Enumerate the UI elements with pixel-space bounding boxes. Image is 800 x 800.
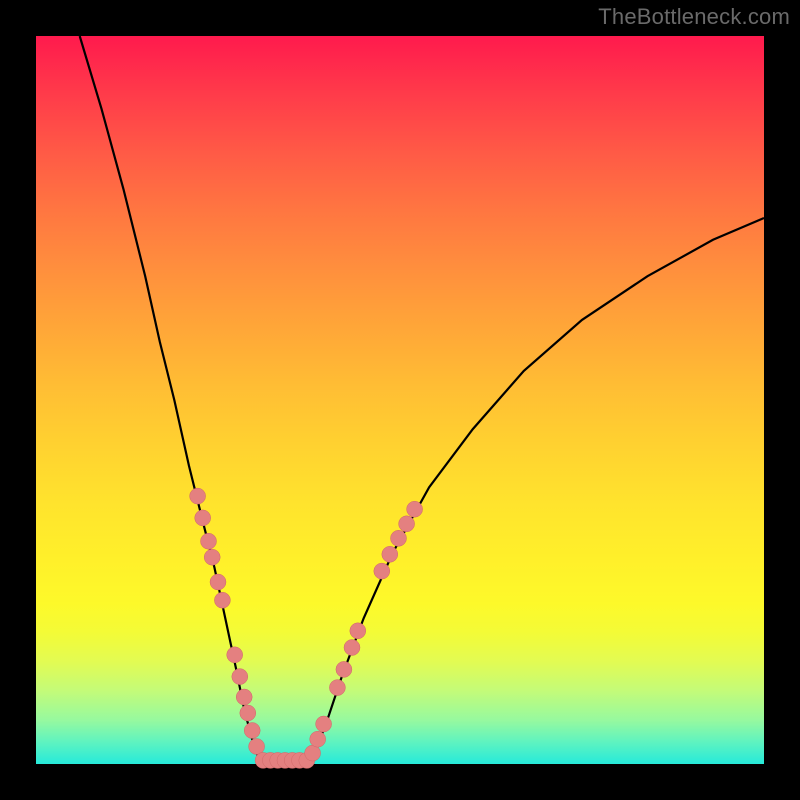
beads-right-mid-dot (329, 680, 345, 696)
beads-left-upper-dot (214, 592, 230, 608)
beads-right-upper-dot (374, 563, 390, 579)
beads-left-upper-dot (201, 533, 217, 549)
beads-left-lower-dot (249, 739, 265, 755)
beads-left-upper-dot (195, 510, 211, 526)
beads-left-lower-dot (236, 689, 252, 705)
beads-right-upper-dot (399, 516, 415, 532)
beads-right-mid-dot (344, 640, 360, 656)
beads-right-upper-dot (391, 530, 407, 546)
beads-right-upper-dot (407, 501, 423, 517)
beads-left-lower-dot (232, 669, 248, 685)
beads-left-lower-dot (227, 647, 243, 663)
beads-right-mid-dot (350, 623, 366, 639)
beads-left-lower-dot (240, 705, 256, 721)
chart-svg (36, 36, 764, 764)
chart-frame: TheBottleneck.com (0, 0, 800, 800)
beads-right-lower-dot (316, 716, 332, 732)
beads-left-upper-dot (204, 549, 220, 565)
bead-group (190, 488, 423, 768)
beads-left-lower-dot (244, 723, 260, 739)
watermark-text: TheBottleneck.com (598, 4, 790, 30)
beads-right-lower-dot (310, 731, 326, 747)
plot-area (36, 36, 764, 764)
bottleneck-curve (80, 36, 764, 764)
beads-right-mid-dot (336, 661, 352, 677)
beads-left-upper-dot (190, 488, 206, 504)
beads-right-upper-dot (382, 546, 398, 562)
beads-left-upper-dot (210, 574, 226, 590)
curve-group (80, 36, 764, 764)
beads-right-lower-dot (305, 745, 321, 761)
